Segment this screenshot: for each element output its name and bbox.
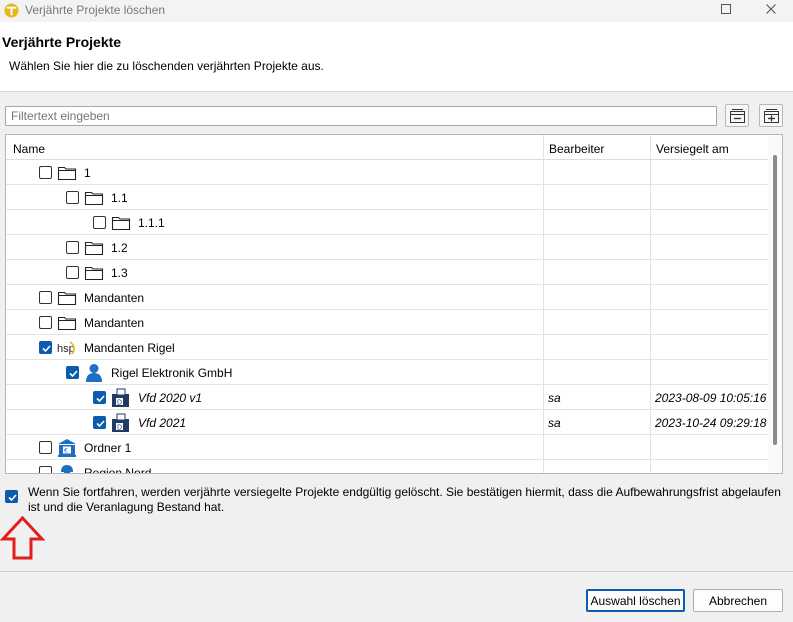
row-label: Vfd 2021 [138,416,187,430]
delete-selection-button[interactable]: Auswahl löschen [586,589,685,612]
folder-icon [111,213,131,233]
tree-row[interactable]: D Vfd 2020 v1 sa 2023-08-09 10:05:16 [6,385,769,410]
row-checkbox[interactable] [66,366,79,379]
row-label: Vfd 2020 v1 [138,391,203,405]
tree-row[interactable]: Mandanten [6,285,769,310]
folder-icon [84,188,104,208]
red-arrow-up-icon [0,515,45,560]
row-label: 1 [84,166,91,180]
tree-row[interactable]: 1 [6,160,769,185]
row-label: Mandanten [84,316,145,330]
worker-icon [57,463,77,473]
sealed-project-icon: D [111,388,131,408]
checkmark-icon [8,494,17,502]
row-label: Ordner 1 [84,441,132,455]
tree-row[interactable]: hsp Mandanten Rigel [6,335,769,360]
tree-row[interactable]: Mandanten [6,310,769,335]
row-checkbox[interactable] [93,216,106,229]
row-versiegelt: 2023-08-09 10:05:16 [655,391,767,405]
tree-row[interactable]: 1.2 [6,235,769,260]
row-bearbeiter: sa [548,416,561,430]
row-label: 1.1 [111,191,128,205]
row-label: 1.3 [111,266,128,280]
tree-row[interactable]: € Ordner 1 [6,435,769,460]
filter-input[interactable] [5,106,717,126]
row-checkbox[interactable] [39,316,52,329]
window-title: Verjährte Projekte löschen [25,3,166,17]
project-tree-table[interactable]: Name Bearbeiter Versiegelt am 1 1.1 1.1.1 1… [5,134,783,474]
row-label: 1.2 [111,241,128,255]
row-label: Mandanten Rigel [84,341,175,355]
row-bearbeiter: sa [548,391,561,405]
row-checkbox[interactable] [93,391,106,404]
row-checkbox[interactable] [39,441,52,454]
maximize-icon [720,4,731,14]
cancel-button[interactable]: Abbrechen [693,589,783,612]
dialog-title: Verjährte Projekte [2,34,122,50]
tree-row[interactable]: 1.3 [6,260,769,285]
collapse-all-button[interactable] [725,104,749,127]
row-label: Rigel Elektronik GmbH [111,366,233,380]
table-header: Name Bearbeiter Versiegelt am [6,135,782,160]
folder-icon [57,163,77,183]
column-header-bearbeiter[interactable]: Bearbeiter [549,142,604,156]
vertical-scrollbar[interactable] [768,135,782,473]
row-label: Region Nord [84,466,152,474]
column-header-name[interactable]: Name [13,142,45,156]
row-checkbox[interactable] [93,416,106,429]
row-checkbox[interactable] [66,241,79,254]
sealed-project-icon: D [111,413,131,433]
row-checkbox[interactable] [39,466,52,473]
row-checkbox[interactable] [39,291,52,304]
close-icon [765,4,776,14]
dialog-header: Verjährte Projekte Wählen Sie hier die z… [0,22,793,92]
expand-all-icon [764,109,779,123]
close-button[interactable] [748,0,793,22]
row-versiegelt: 2023-10-24 09:29:18 [655,416,767,430]
column-header-versiegelt[interactable]: Versiegelt am [656,142,729,156]
tree-row[interactable]: D Vfd 2021 sa 2023-10-24 09:29:18 [6,410,769,435]
row-checkbox[interactable] [66,266,79,279]
confirm-text: Wenn Sie fortfahren, werden verjährte ve… [28,485,781,514]
svg-text:D: D [117,400,122,407]
bank-icon: € [57,438,77,458]
expand-all-button[interactable] [759,104,783,127]
folder-icon [84,238,104,258]
row-checkbox[interactable] [39,341,52,354]
svg-text:€: € [64,448,68,455]
hsp-logo-icon: hsp [57,338,77,358]
svg-text:D: D [117,425,122,432]
collapse-all-icon [730,109,745,123]
folder-icon [84,263,104,283]
dialog-description: Wählen Sie hier die zu löschenden verjäh… [9,59,324,73]
tree-row[interactable]: 1.1.1 [6,210,769,235]
maximize-button[interactable] [703,0,748,22]
title-bar: Verjährte Projekte löschen [0,0,793,22]
row-label: 1.1.1 [138,216,165,230]
row-checkbox[interactable] [66,191,79,204]
tree-row[interactable]: 1.1 [6,185,769,210]
scrollbar-thumb[interactable] [773,155,777,445]
confirm-checkbox[interactable] [5,490,18,503]
row-checkbox[interactable] [39,166,52,179]
folder-icon [57,313,77,333]
row-label: Mandanten [84,291,145,305]
tree-row[interactable]: Rigel Elektronik GmbH [6,360,769,385]
folder-icon [57,288,77,308]
tree-row[interactable]: Region Nord [6,460,769,474]
app-logo-icon [4,3,19,18]
person-icon [84,363,104,383]
footer-separator [0,571,793,572]
